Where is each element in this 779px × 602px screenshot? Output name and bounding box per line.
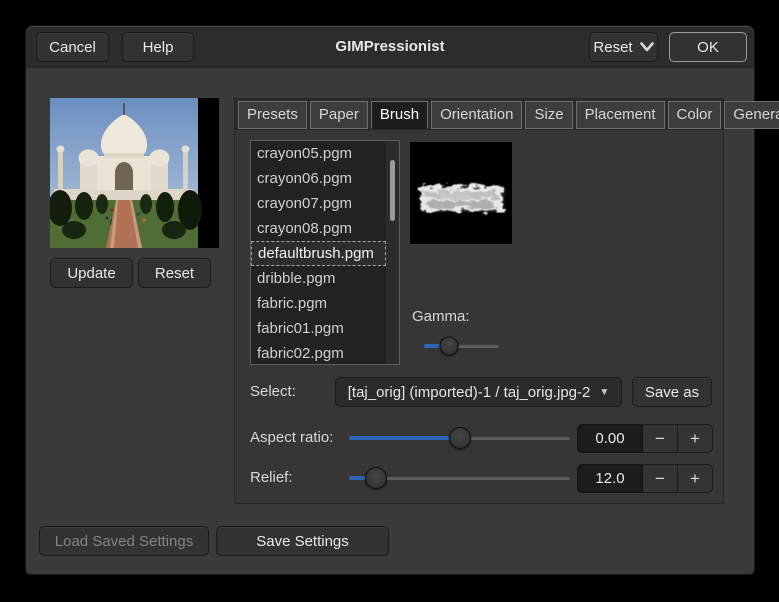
settings-notebook: Presets Paper Brush Orientation Size Placemen…	[234, 98, 779, 504]
tab-size[interactable]: Size	[525, 101, 573, 129]
dropdown-arrow-icon: ▼	[599, 386, 610, 398]
help-button[interactable]: Help	[122, 32, 194, 62]
tab-color[interactable]: Color	[667, 101, 722, 129]
gamma-slider-knob[interactable]	[439, 336, 459, 356]
brush-file-item[interactable]: crayon07.pgm	[251, 191, 399, 216]
chevron-down-icon	[639, 42, 654, 52]
aspect-ratio-increment-button[interactable]: +	[678, 424, 713, 453]
tab-paper[interactable]: Paper	[309, 101, 368, 129]
reset-dropdown-label: Reset	[593, 38, 633, 56]
taj-mahal-preview-image	[48, 98, 219, 248]
brush-file-item[interactable]: dribble.pgm	[251, 266, 399, 291]
aspect-ratio-slider[interactable]	[349, 427, 570, 449]
tab-orientation[interactable]: Orientation	[431, 101, 523, 129]
cancel-button[interactable]: Cancel	[36, 32, 109, 62]
relief-spinbox: 12.0 − +	[577, 464, 713, 493]
tab-bar: Presets Paper Brush Orientation Size Placemen…	[235, 99, 779, 130]
aspect-ratio-decrement-button[interactable]: −	[643, 424, 678, 453]
relief-increment-button[interactable]: +	[678, 464, 713, 493]
brush-file-item[interactable]: crayon06.pgm	[251, 166, 399, 191]
dialog-title: GIMPressionist	[335, 38, 445, 55]
brush-file-list: crayon05.pgm crayon06.pgm crayon07.pgm cray…	[250, 140, 400, 365]
aspect-ratio-value[interactable]: 0.00	[577, 424, 643, 453]
titlebar: Cancel Help GIMPressionist Reset OK	[26, 26, 754, 68]
brush-source-select[interactable]: [taj_orig] (imported)-1 / taj_orig.jpg-2…	[335, 377, 622, 407]
relief-slider-knob[interactable]	[364, 467, 387, 489]
save-as-button[interactable]: Save as	[632, 377, 712, 407]
update-button[interactable]: Update	[50, 258, 133, 288]
reset-dropdown-button[interactable]: Reset	[589, 32, 658, 62]
brush-file-item[interactable]: fabric.pgm	[251, 291, 399, 316]
preview-image[interactable]	[48, 98, 219, 248]
preview-reset-button[interactable]: Reset	[138, 258, 211, 288]
tab-placement[interactable]: Placement	[575, 101, 665, 129]
gimpressionist-dialog: Cancel Help GIMPressionist Reset OK Upda…	[25, 25, 779, 575]
scrollbar-track	[386, 141, 399, 364]
gamma-slider[interactable]	[424, 335, 499, 357]
gamma-label: Gamma:	[412, 308, 470, 325]
relief-slider[interactable]	[349, 467, 570, 489]
ok-button[interactable]: OK	[669, 32, 747, 62]
relief-label: Relief:	[250, 469, 293, 486]
brush-file-item[interactable]: crayon08.pgm	[251, 216, 399, 241]
load-saved-settings-button[interactable]: Load Saved Settings	[39, 526, 209, 556]
aspect-ratio-label: Aspect ratio:	[250, 429, 334, 446]
brush-file-item[interactable]: defaultbrush.pgm	[251, 241, 386, 266]
relief-value[interactable]: 12.0	[577, 464, 643, 493]
tab-general[interactable]: General	[724, 101, 779, 129]
brush-file-item[interactable]: crayon05.pgm	[251, 141, 399, 166]
relief-decrement-button[interactable]: −	[643, 464, 678, 493]
tab-presets[interactable]: Presets	[238, 101, 307, 129]
aspect-ratio-spinbox: 0.00 − +	[577, 424, 713, 453]
select-label: Select:	[250, 383, 296, 400]
save-settings-button[interactable]: Save Settings	[216, 526, 389, 556]
brush-file-item[interactable]: fabric02.pgm	[251, 341, 399, 364]
brush-stroke-preview	[410, 142, 512, 244]
tab-brush[interactable]: Brush	[370, 101, 429, 129]
brush-source-value: [taj_orig] (imported)-1 / taj_orig.jpg-2	[347, 383, 591, 401]
scrollbar-thumb[interactable]	[390, 160, 395, 221]
brush-file-item[interactable]: fabric01.pgm	[251, 316, 399, 341]
aspect-ratio-slider-knob[interactable]	[448, 427, 471, 449]
